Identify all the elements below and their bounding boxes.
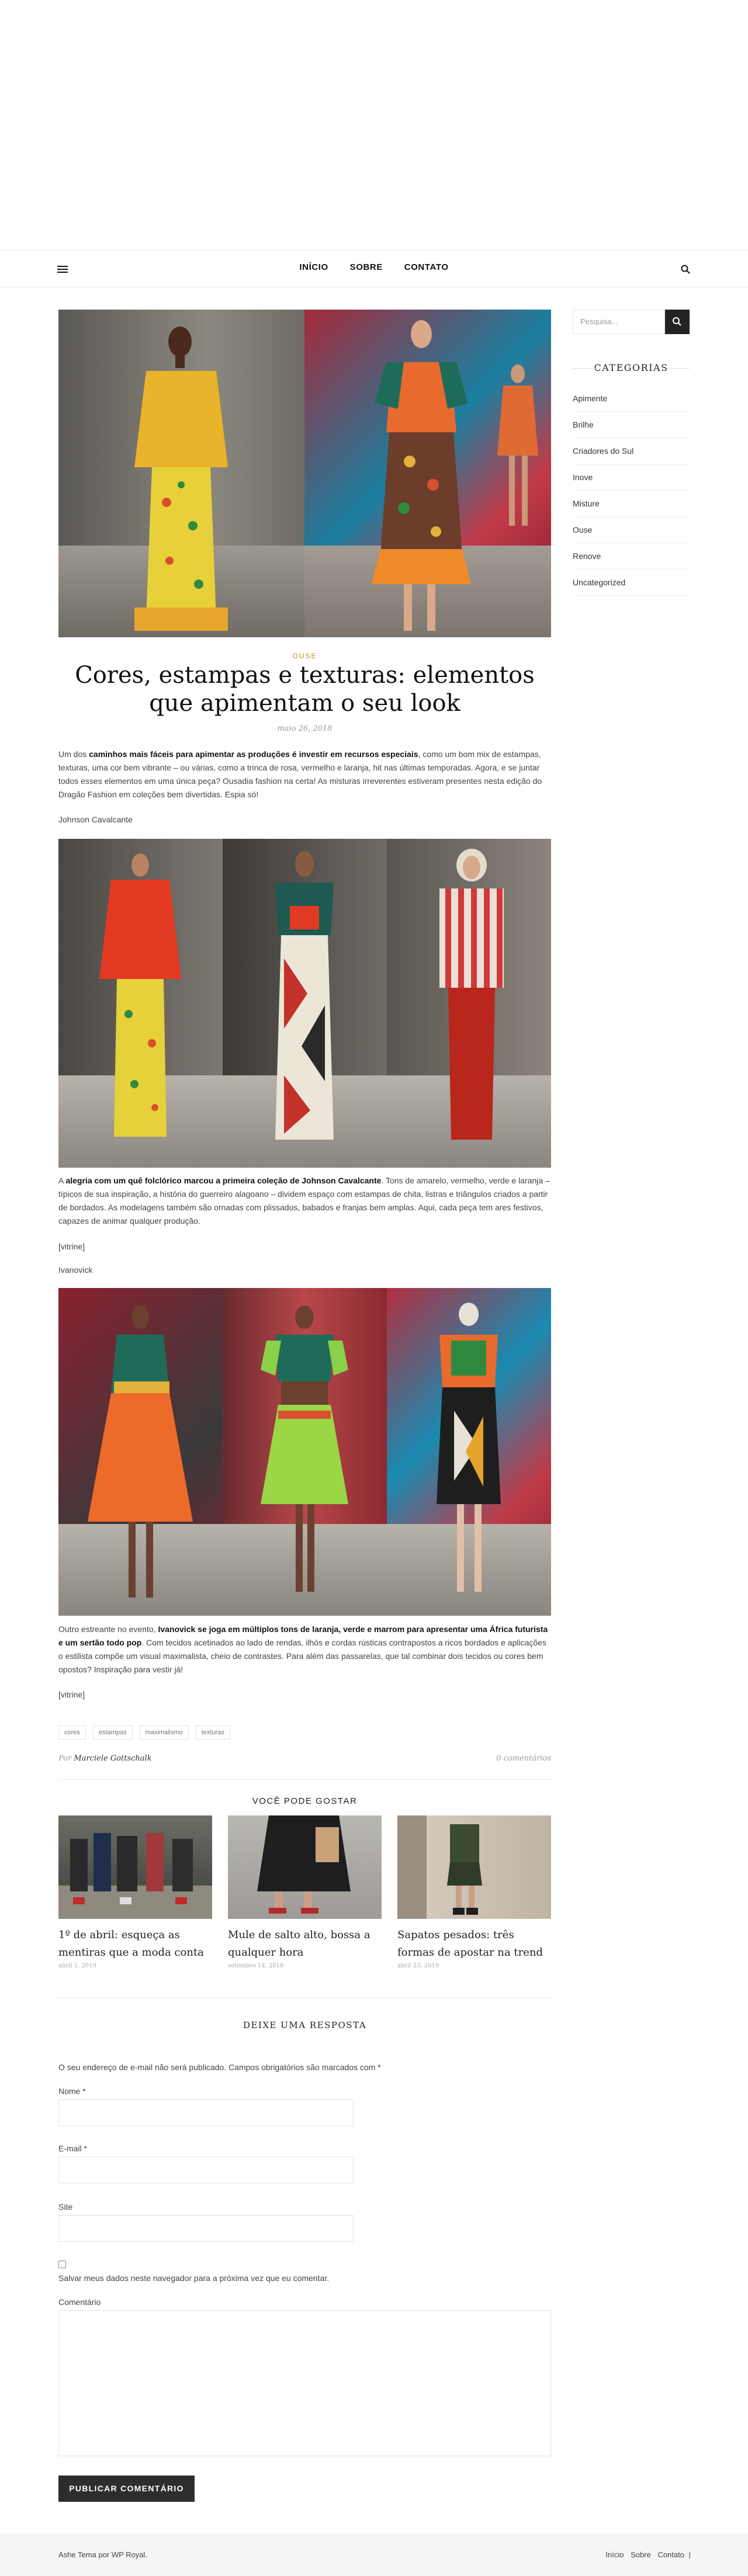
email-field[interactable]	[58, 2157, 354, 2183]
tag-maximalismo[interactable]: maximalismo	[139, 1726, 189, 1740]
post-category[interactable]: OUSE	[58, 652, 551, 660]
category-inove[interactable]: Inove	[573, 464, 690, 491]
footer-separator: |	[688, 2550, 691, 2559]
comments-count[interactable]: 0 comentários	[496, 1754, 551, 1763]
related-post-date: abril 1, 2019	[58, 1963, 96, 1969]
tag-estampas[interactable]: estampas	[92, 1726, 133, 1740]
vitrine-shortcode: [vitrine]	[58, 1242, 85, 1251]
post-tags: cores estampas maximalismo texturas	[58, 1726, 237, 1740]
related-post[interactable]: Sapatos pesados: três formas de apostar …	[397, 1815, 551, 1969]
site-field[interactable]	[58, 2215, 354, 2242]
sidebar-search-button[interactable]	[665, 310, 690, 334]
johnson-cavalcante-image	[58, 839, 551, 1168]
vitrine-shortcode-2: [vitrine]	[58, 1690, 85, 1699]
nav-item-inicio[interactable]: INÍCIO	[299, 262, 328, 272]
save-data-checkbox[interactable]	[58, 2261, 66, 2268]
nav-item-contato[interactable]: CONTATO	[404, 262, 449, 272]
footer-copyright: Ashe Tema por WP Royal.	[58, 2550, 147, 2559]
category-renove[interactable]: Renove	[573, 543, 690, 570]
ivanovick-paragraph: Outro estreante no evento, Ivanovick se …	[58, 1624, 548, 1674]
nav-item-sobre[interactable]: SOBRE	[350, 262, 383, 272]
comment-textarea[interactable]	[58, 2310, 551, 2456]
related-post-title[interactable]: Mule de salto alto, bossa a qualquer hor…	[228, 1926, 382, 1961]
category-apimente[interactable]: Apimente	[573, 386, 690, 412]
post-title: Cores, estampas e texturas: elementos qu…	[75, 662, 535, 717]
sidebar-search-input[interactable]: Pesquisa...	[573, 310, 665, 334]
categories-list: Apimente Brilhe Criadores do Sul Inove M…	[573, 386, 690, 596]
related-post-title[interactable]: Sapatos pesados: três formas de apostar …	[397, 1926, 551, 1961]
related-post[interactable]: Mule de salto alto, bossa a qualquer hor…	[228, 1815, 382, 1969]
footer-links: Início Sobre Contato |	[601, 2550, 691, 2559]
divider	[58, 1779, 551, 1780]
site-label: Site	[58, 2202, 73, 2212]
caption-johnson: Johnson Cavalcante	[58, 815, 133, 824]
footer-link-sobre[interactable]: Sobre	[631, 2550, 651, 2559]
caption-ivanovick: Ivanovick	[58, 1265, 93, 1275]
related-thumbnail[interactable]	[228, 1815, 382, 1919]
search-icon	[673, 317, 681, 326]
save-data-label: Salvar meus dados neste navegador para a…	[58, 2273, 330, 2283]
category-criadores-do-sul[interactable]: Criadores do Sul	[573, 438, 690, 464]
site-footer: Ashe Tema por WP Royal. Início Sobre Con…	[0, 2533, 748, 2576]
footer-link-inicio[interactable]: Início	[605, 2550, 624, 2559]
email-label: E-mail *	[58, 2144, 88, 2153]
post-author: Por Marciele Gottschalk	[58, 1754, 152, 1763]
featured-image	[58, 310, 551, 637]
categories-widget-title: CATEGORIAS	[573, 362, 690, 373]
category-ouse[interactable]: Ouse	[573, 517, 690, 543]
category-uncategorized[interactable]: Uncategorized	[573, 570, 690, 596]
category-misture[interactable]: Misture	[573, 491, 690, 517]
submit-comment-button[interactable]: PUBLICAR COMENTÁRIO	[58, 2476, 195, 2502]
tag-cores[interactable]: cores	[58, 1726, 86, 1740]
related-post-title[interactable]: 1º de abril: esqueça as mentiras que a m…	[58, 1926, 212, 1961]
search-placeholder: Pesquisa...	[580, 317, 618, 326]
related-post[interactable]: 1º de abril: esqueça as mentiras que a m…	[58, 1815, 212, 1969]
related-post-date: abril 23, 2019	[397, 1963, 439, 1969]
nav-links: INÍCIO SOBRE CONTATO	[0, 262, 748, 272]
related-post-date: setembro 14, 2018	[228, 1963, 284, 1969]
category-brilhe[interactable]: Brilhe	[573, 412, 690, 438]
name-label: Nome *	[58, 2087, 86, 2096]
post-date: maio 26, 2018	[277, 724, 333, 733]
related-title: VOCÊ PODE GOSTAR	[252, 1796, 358, 1806]
comment-label: Comentário	[58, 2297, 101, 2307]
post-intro: Um dos caminhos mais fáceis para apiment…	[58, 749, 542, 799]
author-link[interactable]: Marciele Gottschalk	[74, 1754, 151, 1763]
tag-texturas[interactable]: texturas	[195, 1726, 230, 1740]
comment-form-note: O seu endereço de e-mail não será public…	[58, 2063, 381, 2072]
search-icon[interactable]	[680, 264, 691, 275]
related-thumbnail[interactable]	[397, 1815, 551, 1919]
related-thumbnail[interactable]	[58, 1815, 212, 1919]
main-navbar: INÍCIO SOBRE CONTATO	[0, 250, 748, 287]
name-field[interactable]	[58, 2099, 354, 2126]
footer-link-contato[interactable]: Contato	[657, 2550, 684, 2559]
ivanovick-image	[58, 1288, 551, 1616]
johnson-paragraph: A alegria com um quê folclórico marcou a…	[58, 1176, 550, 1225]
comment-form-title: DEIXE UMA RESPOSTA	[243, 2020, 367, 2030]
